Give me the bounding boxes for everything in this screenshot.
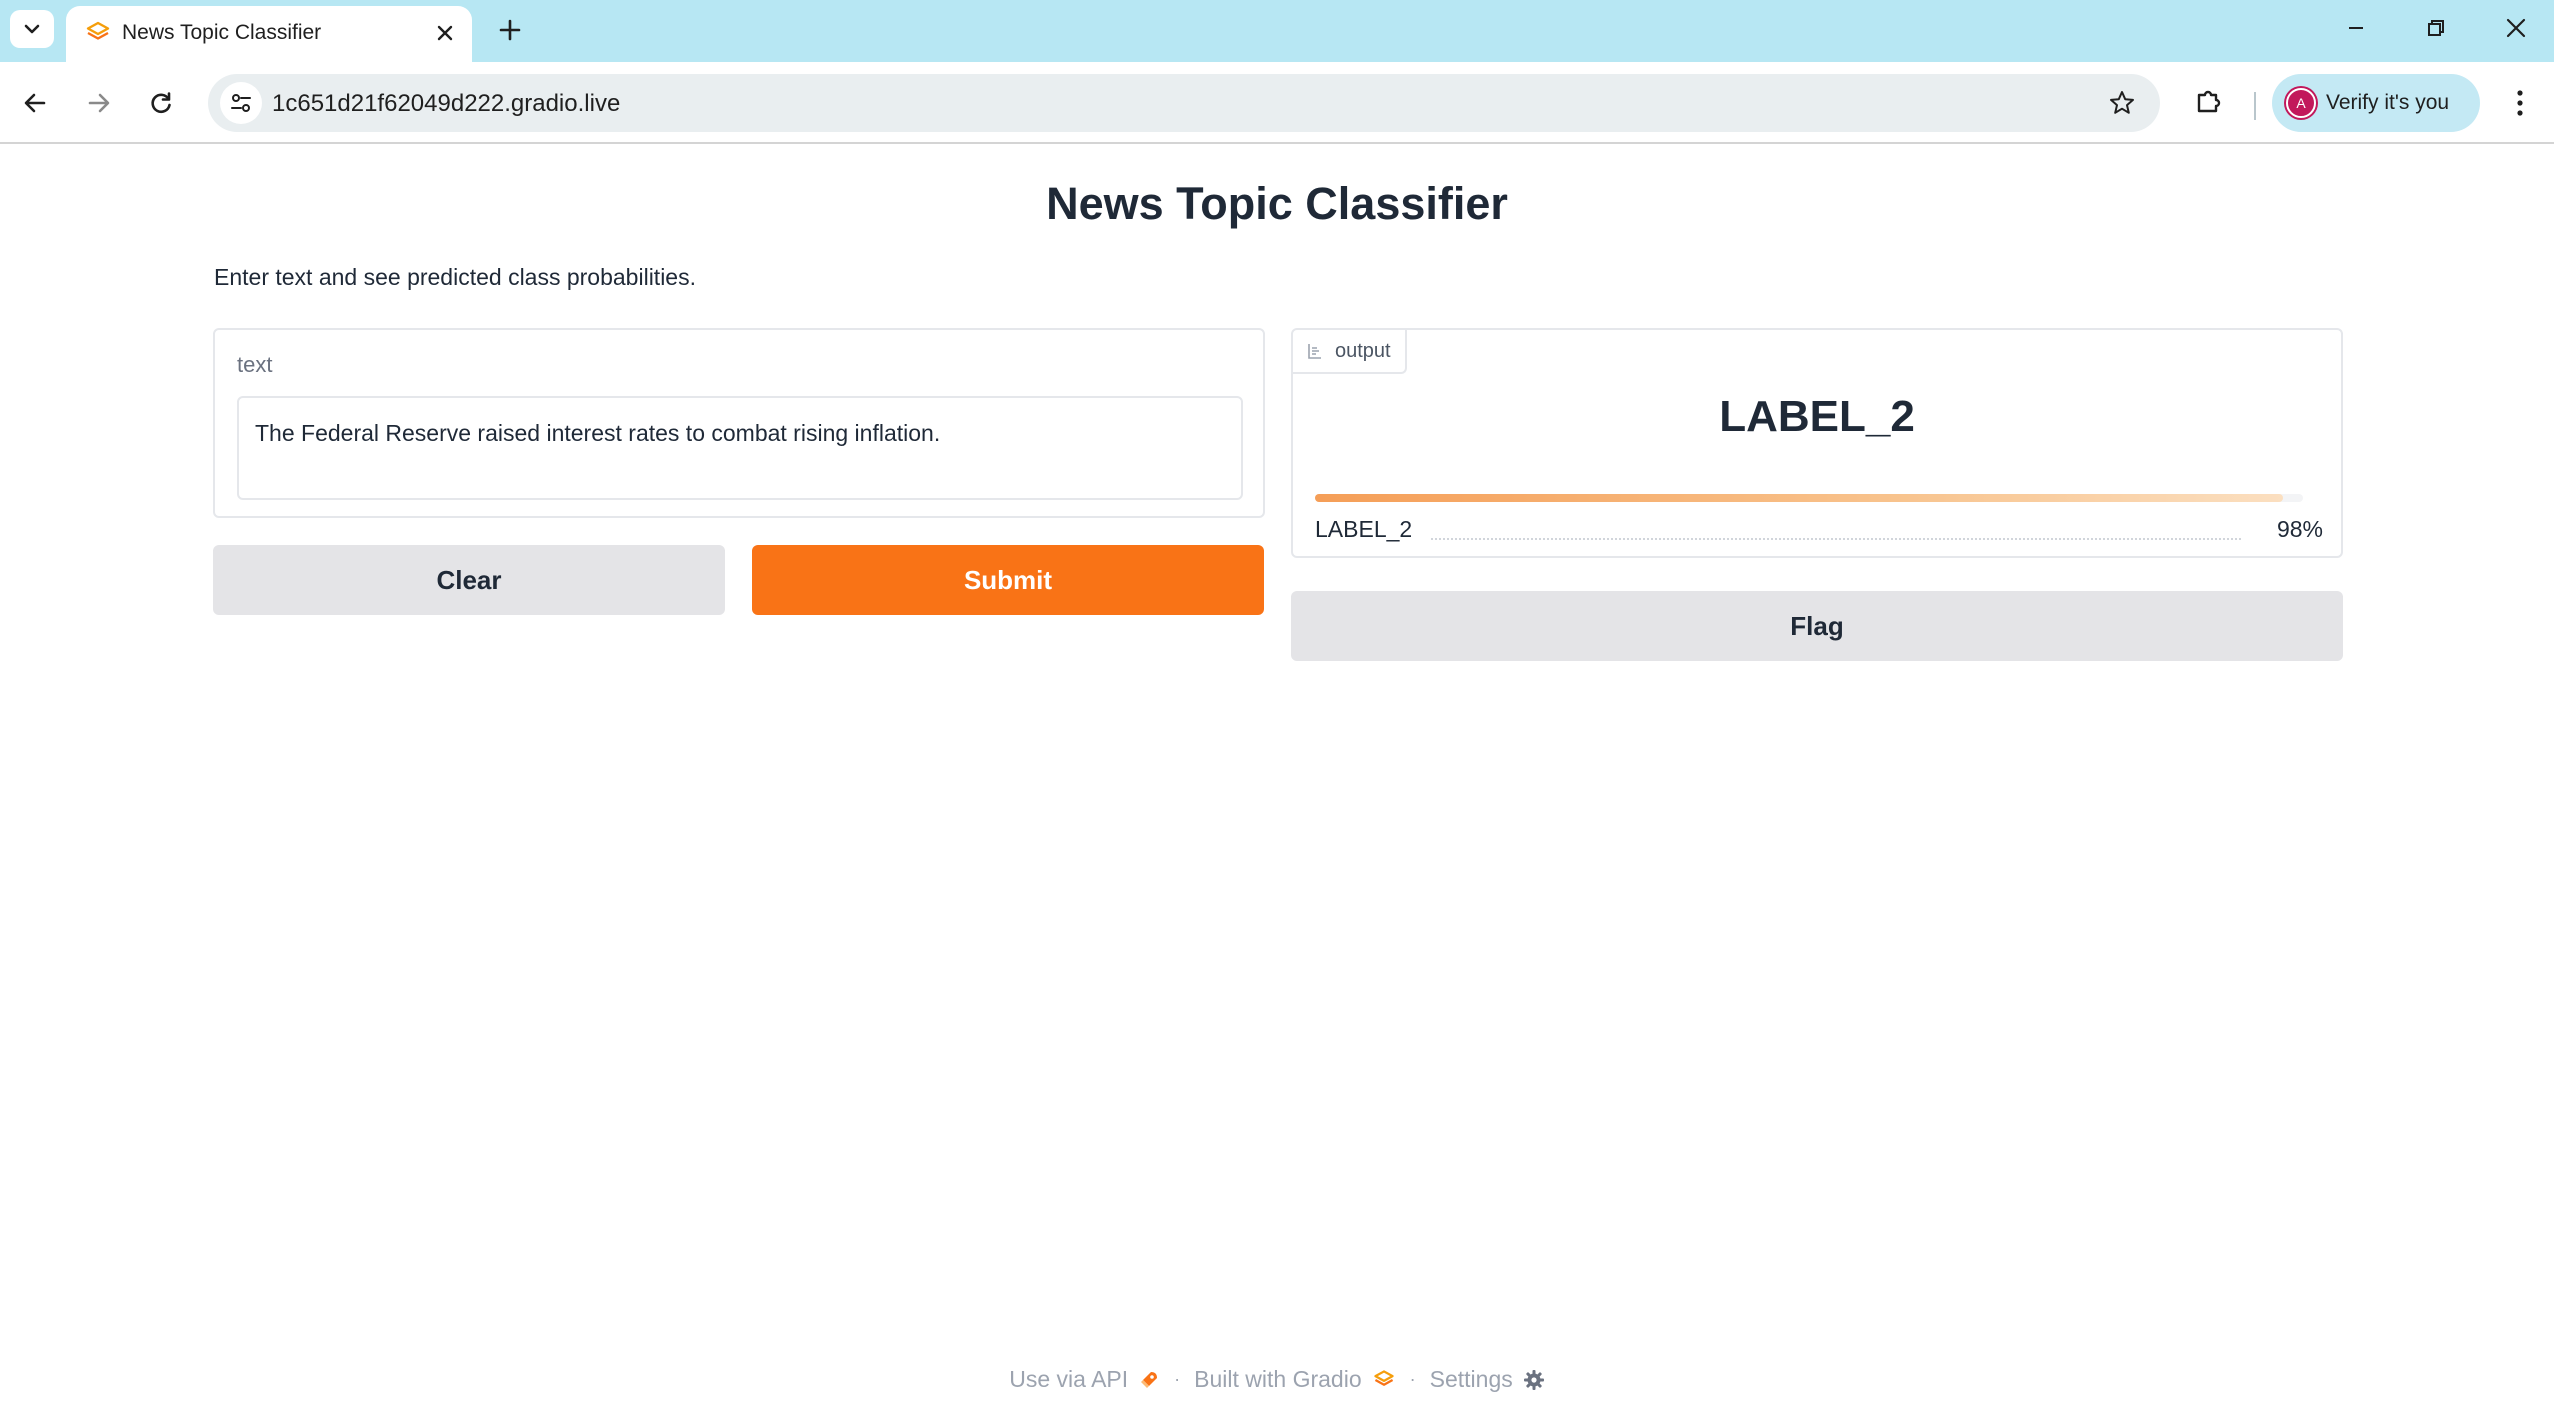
text-input-label: text (237, 352, 273, 377)
star-icon (2110, 91, 2134, 114)
confidence-label[interactable]: LABEL_2 (1315, 516, 1412, 543)
forward-button[interactable] (76, 80, 122, 126)
output-label-chip: output (1293, 330, 1407, 374)
footer-separator: · (1174, 1369, 1181, 1389)
restore-button[interactable] (2406, 6, 2466, 50)
more-vert-icon (2517, 90, 2523, 116)
confidence-bar-fill (1315, 494, 2284, 502)
page-description: Enter text and see predicted class proba… (214, 264, 696, 290)
clear-button[interactable]: Clear (213, 545, 725, 615)
profile-button[interactable]: A Verify it's you (2272, 74, 2480, 132)
minimize-icon (2349, 27, 2363, 29)
footer-separator: · (1409, 1369, 1416, 1389)
minimize-button[interactable] (2326, 6, 2386, 50)
browser-tab[interactable]: News Topic Classifier (66, 6, 472, 62)
built-with-gradio-link[interactable]: Built with Gradio (1194, 1366, 1395, 1393)
confidence-value: 98% (2276, 516, 2323, 542)
back-button[interactable] (12, 80, 58, 126)
address-bar[interactable]: 1c651d21f62049d222.gradio.live (208, 74, 2160, 132)
profile-label: Verify it's you (2326, 91, 2450, 114)
close-icon (2506, 18, 2526, 38)
rocket-icon (1141, 1371, 1158, 1388)
predicted-label: LABEL_2 (1719, 392, 1915, 441)
url-text[interactable]: 1c651d21f62049d222.gradio.live (272, 90, 620, 118)
tune-icon (231, 94, 251, 112)
new-tab-button[interactable] (490, 10, 530, 50)
close-icon (437, 25, 453, 41)
tab-title: News Topic Classifier (122, 21, 322, 44)
label-output-block: output LABEL_2 LABEL_2 98% (1291, 328, 2343, 558)
arrow-right-icon (88, 93, 110, 113)
settings-text: Settings (1429, 1366, 1513, 1392)
extensions-button[interactable] (2186, 78, 2232, 124)
built-with-gradio-text: Built with Gradio (1194, 1366, 1362, 1392)
use-via-api-text: Use via API (1009, 1366, 1129, 1392)
flag-button[interactable]: Flag (1291, 591, 2343, 661)
confidence-leader (1431, 538, 2241, 540)
close-window-button[interactable] (2486, 6, 2546, 50)
toolbar-divider (2254, 92, 2256, 120)
browser-toolbar: 1c651d21f62049d222.gradio.live A Verify … (0, 62, 2554, 144)
footer: Use via API · Built with Gradio · Settin… (0, 1366, 2554, 1393)
reload-icon (151, 92, 171, 114)
gradio-logo-icon (1373, 1369, 1394, 1386)
app-page: News Topic Classifier Enter text and see… (0, 144, 2554, 1419)
confidence-bar (1315, 494, 2303, 502)
puzzle-icon (2197, 90, 2221, 113)
bookmark-button[interactable] (2102, 83, 2142, 123)
text-input[interactable]: The Federal Reserve raised interest rate… (237, 396, 1243, 500)
output-chip-label: output (1335, 339, 1391, 362)
gradio-logo-icon (86, 21, 110, 40)
text-input-block: text The Federal Reserve raised interest… (213, 328, 1265, 518)
site-info-button[interactable] (220, 82, 262, 124)
plus-icon (499, 19, 521, 41)
reload-button[interactable] (138, 80, 184, 126)
restore-icon (2428, 20, 2444, 36)
gear-icon (1523, 1369, 1544, 1390)
submit-button[interactable]: Submit (752, 545, 1264, 615)
tab-search-button[interactable] (10, 10, 54, 48)
use-via-api-link[interactable]: Use via API (1009, 1366, 1160, 1393)
page-title: News Topic Classifier (1046, 178, 1508, 229)
browser-menu-button[interactable] (2500, 80, 2540, 126)
chevron-down-icon (24, 24, 40, 34)
tab-close-button[interactable] (428, 16, 462, 50)
label-icon (1308, 344, 1321, 359)
avatar: A (2286, 88, 2316, 118)
browser-titlebar: News Topic Classifier (0, 0, 2554, 62)
settings-link[interactable]: Settings (1430, 1366, 1545, 1393)
arrow-left-icon (24, 93, 46, 113)
